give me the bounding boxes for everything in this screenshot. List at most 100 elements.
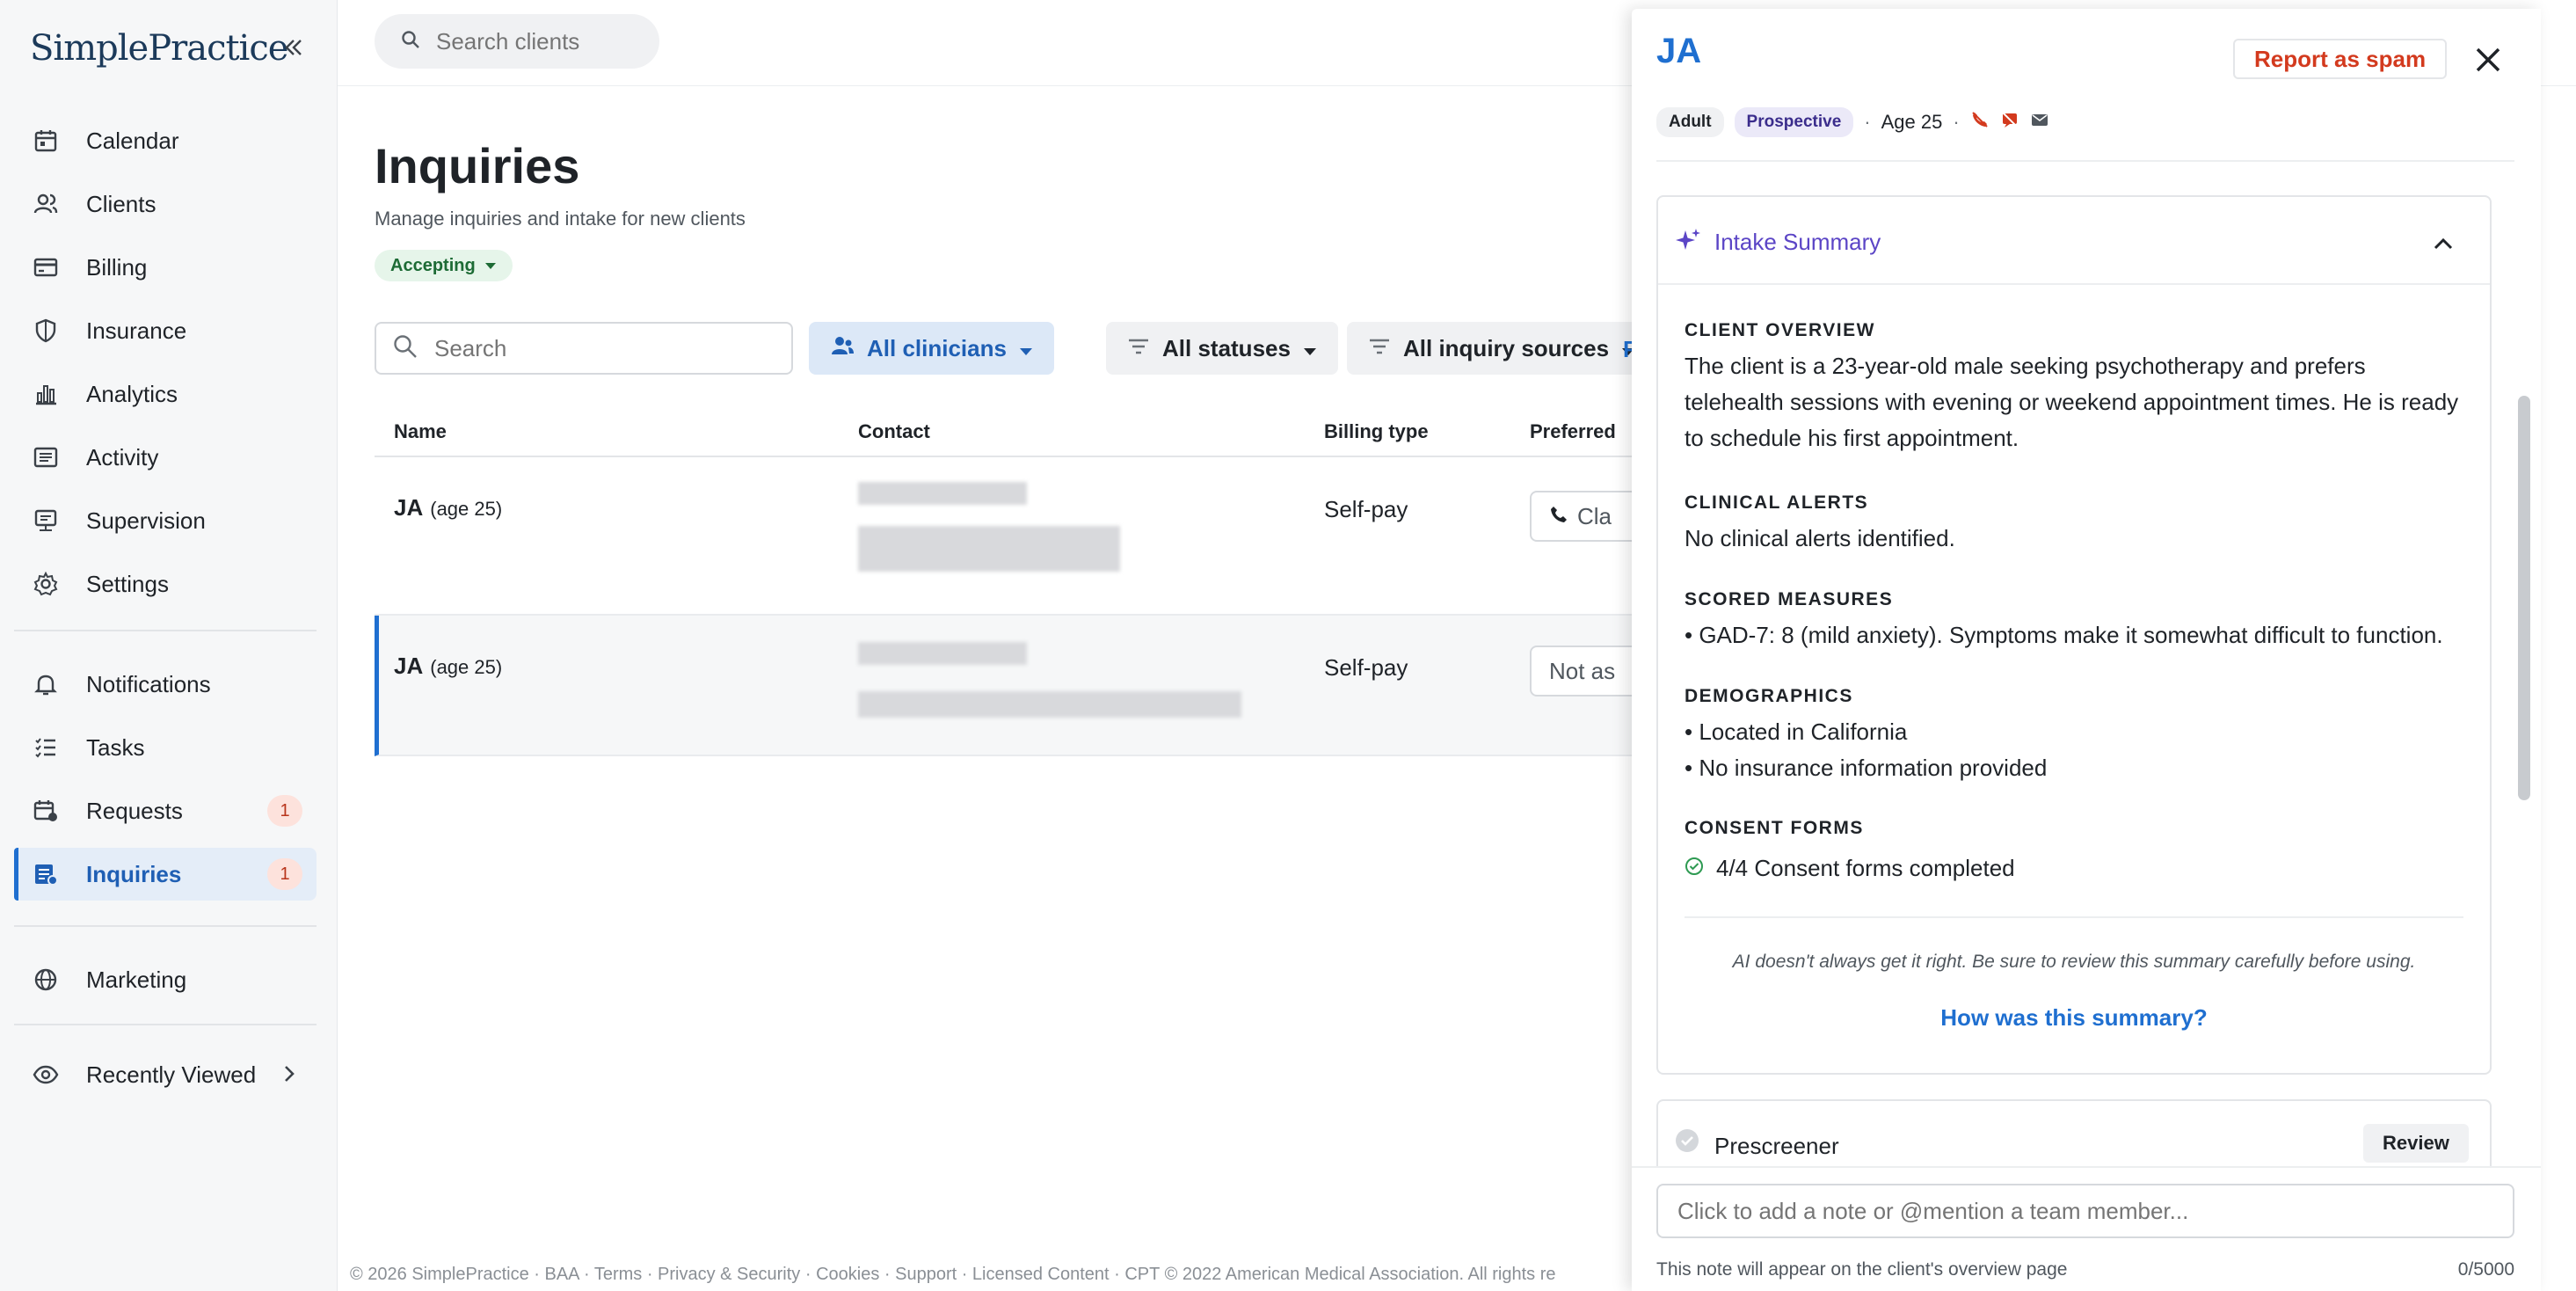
billing-type-cell: Self-pay: [1324, 654, 1408, 681]
note-composer: This note will appear on the client's ov…: [1632, 1166, 2541, 1291]
sidebar: SimplePractice Calendar Clients Billing …: [0, 0, 338, 1291]
logo[interactable]: SimplePractice: [30, 28, 288, 69]
redacted-contact: [858, 642, 1027, 665]
sidebar-item-marketing[interactable]: Marketing: [14, 953, 317, 1006]
ai-disclaimer: AI doesn't always get it right. Be sure …: [1732, 952, 2416, 972]
column-header-billing-type[interactable]: Billing type: [1324, 420, 1429, 443]
no-text-icon: [2000, 110, 2019, 135]
preferred-value: Not as: [1549, 657, 1616, 684]
page-subtitle: Manage inquiries and intake for new clie…: [375, 208, 746, 230]
intake-summary-card: Intake Summary CLIENT OVERVIEW The clien…: [1656, 195, 2492, 1075]
sidebar-item-tasks[interactable]: Tasks: [14, 721, 317, 774]
demographics-insurance: • No insurance information provided: [1685, 755, 2048, 781]
caret-down-icon: [484, 256, 497, 276]
sidebar-item-clients[interactable]: Clients: [14, 178, 317, 230]
billing-icon: [30, 252, 62, 283]
summary-feedback-link[interactable]: How was this summary?: [1658, 1004, 2490, 1032]
sidebar-item-analytics[interactable]: Analytics: [14, 368, 317, 420]
column-header-contact[interactable]: Contact: [858, 420, 930, 443]
footer-links[interactable]: © 2026 SimplePractice · BAA · Terms · Pr…: [350, 1265, 1556, 1285]
inquiry-sources-filter[interactable]: All inquiry sources: [1347, 322, 1657, 375]
note-character-count: 0/5000: [2457, 1259, 2514, 1280]
report-spam-button[interactable]: Report as spam: [2233, 39, 2448, 79]
column-header-name[interactable]: Name: [394, 420, 447, 443]
sidebar-item-label: Requests: [86, 797, 183, 824]
consent-forms-status: 4/4 Consent forms completed: [1685, 855, 2015, 882]
divider: [1685, 916, 2463, 918]
sidebar-divider: [14, 925, 317, 927]
sidebar-item-inquiries[interactable]: Inquiries 1: [14, 848, 317, 901]
client-search-input[interactable]: [436, 27, 638, 55]
note-input[interactable]: [1656, 1184, 2514, 1238]
phone-icon: [1549, 503, 1568, 530]
sidebar-item-billing[interactable]: Billing: [14, 241, 317, 294]
drawer-client-name[interactable]: JA: [1656, 32, 1701, 71]
sidebar-item-supervision[interactable]: Supervision: [14, 494, 317, 547]
chevron-right-icon: [278, 1062, 301, 1090]
sidebar-item-label: Analytics: [86, 380, 178, 407]
sidebar-item-label: Calendar: [86, 127, 179, 154]
drawer-scrollbar[interactable]: [2518, 396, 2530, 800]
consent-forms-heading: CONSENT FORMS: [1685, 818, 1864, 838]
sidebar-item-label: Clients: [86, 190, 156, 217]
client-name-cell[interactable]: JA (age 25): [394, 494, 502, 522]
redacted-contact: [858, 482, 1027, 505]
clinical-alerts-text: No clinical alerts identified.: [1685, 525, 1955, 551]
client-name-cell[interactable]: JA (age 25): [394, 653, 502, 680]
intake-summary-header[interactable]: Intake Summary: [1658, 197, 2490, 285]
clients-icon: [30, 188, 62, 220]
sidebar-item-label: Recently Viewed: [86, 1061, 257, 1088]
table-header: Name Contact Billing type Preferred: [375, 403, 1693, 457]
sidebar-item-notifications[interactable]: Notifications: [14, 658, 317, 711]
sidebar-item-label: Tasks: [86, 733, 145, 761]
shield-icon: [30, 315, 62, 346]
clinical-alerts-heading: CLINICAL ALERTS: [1685, 492, 1869, 513]
supervision-icon: [30, 505, 62, 536]
check-circle-icon: [1674, 1127, 1700, 1158]
inquiries-count-badge: 1: [267, 858, 302, 890]
sidebar-item-recently-viewed[interactable]: Recently Viewed: [14, 1048, 317, 1101]
page-title: Inquiries: [375, 138, 580, 193]
close-icon[interactable]: [2469, 40, 2507, 79]
client-search[interactable]: [375, 14, 659, 69]
inquiry-sources-filter-label: All inquiry sources: [1403, 334, 1610, 361]
sidebar-item-settings[interactable]: Settings: [14, 558, 317, 610]
column-header-preferred[interactable]: Preferred: [1530, 420, 1616, 443]
clinicians-filter[interactable]: All clinicians: [809, 322, 1054, 375]
inquiry-search[interactable]: [375, 322, 793, 375]
separator: ·: [1953, 111, 1960, 133]
eye-icon: [30, 1059, 62, 1090]
sidebar-item-label: Billing: [86, 253, 148, 281]
table-row-selected[interactable]: JA (age 25) Self-pay Not as: [375, 616, 1706, 756]
sidebar-item-insurance[interactable]: Insurance: [14, 304, 317, 357]
filter-icon: [1368, 335, 1391, 362]
sidebar-item-activity[interactable]: Activity: [14, 431, 317, 484]
search-icon: [392, 333, 418, 364]
client-meta: Adult Prospective · Age 25 ·: [1656, 107, 2049, 137]
separator: ·: [1864, 111, 1871, 133]
sidebar-item-label: Supervision: [86, 507, 206, 534]
bell-icon: [30, 668, 62, 700]
caret-down-icon: [1019, 335, 1033, 362]
sidebar-item-label: Activity: [86, 443, 159, 470]
sidebar-item-label: Settings: [86, 570, 169, 597]
client-age: Age 25: [1881, 111, 1943, 133]
analytics-icon: [30, 378, 62, 410]
intake-summary-title: Intake Summary: [1714, 229, 1881, 255]
client-overview-text: The client is a 23-year-old male seeking…: [1685, 353, 2459, 451]
tasks-icon: [30, 732, 62, 763]
requests-icon: [30, 795, 62, 827]
table-row[interactable]: JA (age 25) Self-pay Cla: [375, 457, 1706, 616]
ai-sparkle-icon: [1674, 227, 1702, 259]
collapse-sidebar-icon[interactable]: [280, 33, 308, 62]
inquiry-search-input[interactable]: [434, 334, 768, 362]
sidebar-item-calendar[interactable]: Calendar: [14, 114, 317, 167]
sidebar-item-requests[interactable]: Requests 1: [14, 784, 317, 837]
review-button[interactable]: Review: [2363, 1124, 2469, 1163]
email-icon: [2030, 110, 2049, 135]
chevron-up-icon[interactable]: [2430, 230, 2456, 261]
globe-icon: [30, 964, 62, 996]
statuses-filter[interactable]: All statuses: [1106, 322, 1338, 375]
scored-measures-text: • GAD-7: 8 (mild anxiety). Symptoms make…: [1685, 622, 2443, 648]
accepting-status-dropdown[interactable]: Accepting: [375, 250, 513, 281]
